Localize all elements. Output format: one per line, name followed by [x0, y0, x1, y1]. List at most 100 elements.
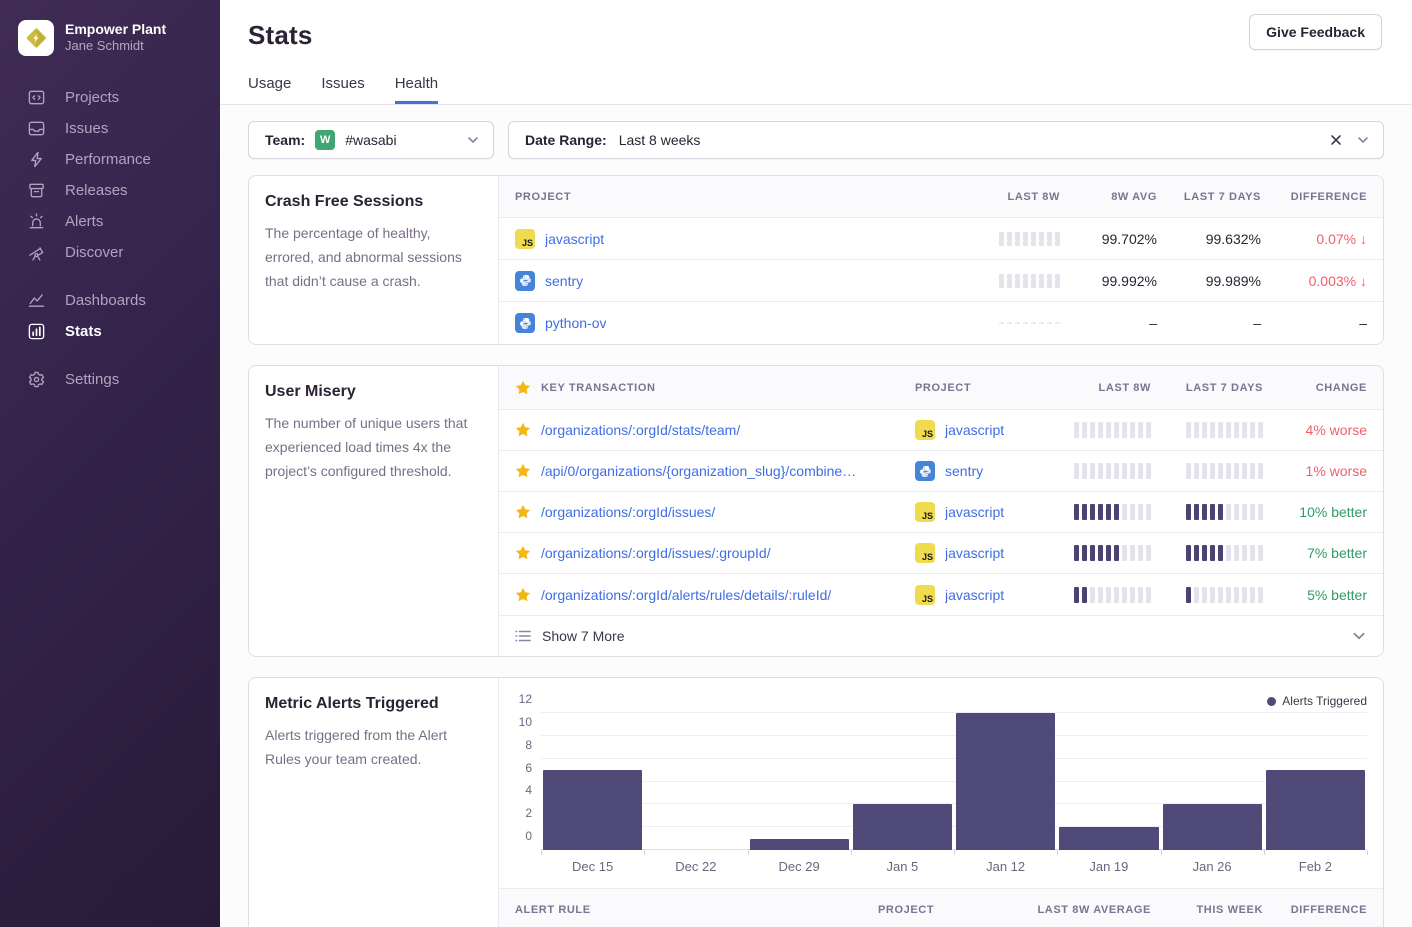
sparkline-bar: [1242, 422, 1247, 438]
project-link[interactable]: javascript: [945, 504, 1004, 520]
chart-x-axis-labels: Dec 15Dec 22Dec 29Jan 5Jan 12Jan 19Jan 2…: [541, 850, 1367, 888]
x-axis-tick: [1161, 850, 1162, 855]
y-axis-tick-label: 12: [519, 692, 532, 706]
chevron-down-icon[interactable]: [1351, 628, 1367, 644]
sidebar-item-issues[interactable]: Issues: [18, 113, 220, 144]
sparkline: [999, 322, 1060, 324]
x-axis-tick: [1057, 850, 1058, 855]
sparkline-bar: [1082, 504, 1087, 520]
sidebar-item-alerts[interactable]: Alerts: [18, 206, 220, 237]
x-axis-tick: [1264, 850, 1265, 855]
8w-avg-cell: 99.702%: [1060, 231, 1157, 247]
sparkline-bar: [1218, 422, 1223, 438]
sidebar-item-performance[interactable]: Performance: [18, 144, 220, 175]
sparkline: [1074, 545, 1151, 561]
project-link[interactable]: sentry: [945, 463, 983, 479]
sidebar-item-dashboards[interactable]: Dashboards: [18, 285, 220, 316]
sparkline-bar: [1226, 463, 1231, 479]
sparkline-bar: [1039, 232, 1044, 246]
change-cell: 10% better: [1263, 504, 1383, 520]
x-axis-tick: [851, 850, 852, 855]
crash-free-sessions-panel: Crash Free Sessions The percentage of he…: [248, 175, 1384, 345]
column-header-this-week: THIS WEEK: [1151, 904, 1263, 916]
show-more-button[interactable]: Show 7 More: [499, 615, 1383, 656]
sparkline: [1074, 422, 1151, 438]
transaction-link[interactable]: /organizations/:orgId/issues/: [541, 504, 715, 520]
column-header-project: PROJECT: [878, 904, 1001, 916]
empower-plant-logo: [23, 25, 49, 51]
star-icon: [515, 545, 531, 561]
sparkline-bar: [1234, 463, 1239, 479]
sparkline-bar: [1015, 322, 1020, 324]
sparkline-bar: [999, 274, 1004, 288]
last-8w-cell: [930, 274, 1060, 288]
sparkline-bar: [1218, 587, 1223, 603]
sparkline-bar: [1202, 463, 1207, 479]
project-link[interactable]: python-ov: [545, 315, 606, 331]
metric-alerts-chart-col: Alerts Triggered 024681012 Dec 15Dec 22D…: [499, 678, 1383, 927]
javascript-platform-icon: JS: [915, 585, 935, 605]
sparkline-bar: [1130, 587, 1135, 603]
date-range-label: Date Range:: [525, 132, 607, 148]
user-misery-table: KEY TRANSACTION PROJECT LAST 8W LAST 7 D…: [499, 366, 1383, 656]
project-cell: JSjavascript: [915, 420, 1023, 440]
table-header: PROJECT LAST 8W 8W AVG LAST 7 DAYS DIFFE…: [499, 176, 1383, 218]
panel-title: Crash Free Sessions: [265, 193, 482, 211]
sparkline-bar: [1122, 422, 1127, 438]
sparkline-bar: [1242, 463, 1247, 479]
gridline: [541, 781, 1367, 782]
key-transaction-cell: /organizations/:orgId/issues/: [499, 504, 915, 520]
project-cell: sentry: [499, 271, 930, 291]
project-link[interactable]: javascript: [545, 231, 604, 247]
tab-issues[interactable]: Issues: [321, 75, 364, 104]
sparkline-bar: [1114, 422, 1119, 438]
sidebar-item-releases[interactable]: Releases: [18, 175, 220, 206]
project-link[interactable]: javascript: [945, 422, 1004, 438]
give-feedback-button[interactable]: Give Feedback: [1249, 14, 1382, 50]
team-select-label: Team:: [265, 132, 305, 148]
page-title: Stats: [248, 20, 1384, 51]
org-switcher[interactable]: Empower Plant Jane Schmidt: [18, 20, 220, 56]
star-icon: [515, 380, 531, 396]
org-avatar: [18, 20, 54, 56]
sparkline-bar: [1186, 504, 1191, 520]
sidebar-item-label: Alerts: [65, 213, 103, 230]
sidebar-item-discover[interactable]: Discover: [18, 237, 220, 268]
table-row: /organizations/:orgId/stats/team/JSjavas…: [499, 410, 1383, 451]
sidebar: Empower Plant Jane Schmidt ProjectsIssue…: [0, 0, 220, 927]
project-link[interactable]: sentry: [545, 273, 583, 289]
star-icon: [515, 587, 531, 603]
sparkline-bar: [1082, 422, 1087, 438]
sparkline-bar: [1082, 463, 1087, 479]
close-icon[interactable]: [1329, 133, 1343, 147]
transaction-link[interactable]: /organizations/:orgId/alerts/rules/detai…: [541, 587, 831, 603]
date-range-select[interactable]: Date Range: Last 8 weeks: [508, 121, 1384, 159]
transaction-link[interactable]: /api/0/organizations/{organization_slug}…: [541, 463, 856, 479]
tab-usage[interactable]: Usage: [248, 75, 291, 104]
column-header-alert-rule: ALERT RULE: [499, 904, 878, 916]
key-transaction-cell: /organizations/:orgId/alerts/rules/detai…: [499, 587, 915, 603]
sparkline-bar: [1098, 545, 1103, 561]
difference-cell: 0.07% ↓: [1261, 231, 1383, 247]
team-select[interactable]: Team: W #wasabi: [248, 121, 494, 159]
last-8w-cell: [1023, 587, 1151, 603]
sparkline-bar: [1023, 322, 1028, 324]
panel-title: Metric Alerts Triggered: [265, 695, 482, 713]
project-link[interactable]: javascript: [945, 587, 1004, 603]
sidebar-item-stats[interactable]: Stats: [18, 316, 220, 347]
sparkline-bar: [1074, 422, 1079, 438]
sparkline-bar: [1114, 463, 1119, 479]
sparkline-bar: [1106, 504, 1111, 520]
crash-free-description-col: Crash Free Sessions The percentage of he…: [249, 176, 499, 344]
transaction-link[interactable]: /organizations/:orgId/stats/team/: [541, 422, 740, 438]
table-row: /api/0/organizations/{organization_slug}…: [499, 451, 1383, 492]
sidebar-item-settings[interactable]: Settings: [18, 364, 220, 395]
user-misery-description-col: User Misery The number of unique users t…: [249, 366, 499, 656]
sidebar-item-projects[interactable]: Projects: [18, 82, 220, 113]
tab-health[interactable]: Health: [395, 75, 438, 104]
transaction-link[interactable]: /organizations/:orgId/issues/:groupId/: [541, 545, 771, 561]
sparkline-bar: [1186, 422, 1191, 438]
sparkline-bar: [1074, 463, 1079, 479]
project-link[interactable]: javascript: [945, 545, 1004, 561]
sparkline-bar: [1194, 463, 1199, 479]
